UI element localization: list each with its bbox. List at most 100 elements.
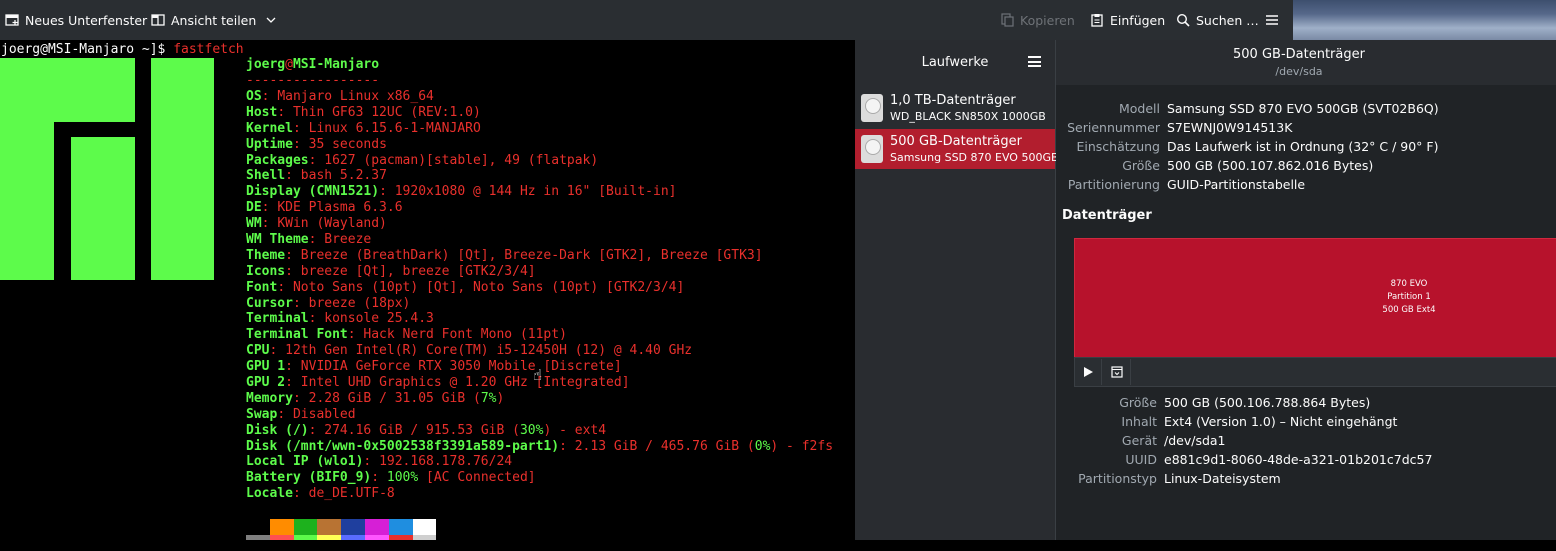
chevron-down-icon bbox=[266, 17, 276, 23]
info-value: Noto Sans (10pt) [Qt], Noto Sans (10pt) … bbox=[292, 279, 685, 295]
drive-name: 500 GB-Datenträger bbox=[890, 134, 1022, 149]
info-line: Shell: bash 5.2.37 bbox=[246, 168, 833, 184]
options-icon bbox=[1111, 366, 1123, 378]
info-value: 7% bbox=[480, 390, 497, 406]
info-line: Packages: 1627 (pacman)[stable], 49 (fla… bbox=[246, 153, 833, 169]
partition-options-button[interactable] bbox=[1104, 359, 1131, 385]
info-line: DE: KDE Plasma 6.3.6 bbox=[246, 200, 833, 216]
info-value: Das Laufwerk ist in Ordnung (32° C / 90°… bbox=[1167, 139, 1439, 154]
info-line: Theme: Breeze (BreathDark) [Qt], Breeze-… bbox=[246, 248, 833, 264]
partition-label-line: 500 GB Ext4 bbox=[1382, 305, 1436, 315]
info-key: DE bbox=[246, 200, 262, 216]
info-value: 192.168.178.76/24 bbox=[379, 454, 513, 470]
paste-label: Einfügen bbox=[1110, 12, 1166, 28]
new-tab-button[interactable]: Neues Unterfenster bbox=[5, 0, 147, 40]
info-key: Font bbox=[246, 279, 278, 295]
info-value: Linux 6.15.6-1-MANJARO bbox=[308, 120, 481, 136]
info-label: Modell bbox=[1118, 101, 1160, 116]
sidebar-menu-icon[interactable] bbox=[1028, 56, 1041, 67]
info-value: KDE Plasma 6.3.6 bbox=[277, 200, 403, 216]
info-value: Thin GF63 12UC (REV:1.0) bbox=[292, 104, 481, 120]
info-line: OS: Manjaro Linux x86_64 bbox=[246, 89, 833, 105]
drive-model: Samsung SSD 870 EVO 500GB bbox=[890, 151, 1059, 164]
info-value: ) - ext4 bbox=[543, 422, 607, 438]
info-key: Memory bbox=[246, 390, 293, 406]
info-value: 1627 (pacman)[stable], 49 (flatpak) bbox=[324, 152, 599, 168]
info-key: WM Theme bbox=[246, 232, 309, 248]
info-label: UUID bbox=[1125, 452, 1157, 467]
info-value: Breeze (BreathDark) [Qt], Breeze-Dark [G… bbox=[300, 247, 763, 263]
info-colon: : bbox=[292, 136, 309, 152]
info-row: Modell Samsung SSD 870 EVO 500GB (SVT02B6… bbox=[1056, 101, 1439, 116]
paste-button[interactable]: Einfügen bbox=[1090, 0, 1165, 40]
hard-drive-icon bbox=[861, 135, 883, 163]
info-value: Disabled bbox=[292, 406, 356, 422]
hard-drive-icon bbox=[861, 94, 883, 122]
logo-bar-top bbox=[71, 58, 135, 122]
disks-window: Laufwerke 1,0 TB-Datenträger WD_BLACK SN… bbox=[855, 40, 1556, 540]
info-colon: : bbox=[292, 120, 309, 136]
palette-swatch bbox=[246, 519, 270, 535]
mount-button[interactable] bbox=[1075, 359, 1102, 385]
info-colon: : bbox=[308, 152, 325, 168]
info-key: Terminal bbox=[246, 311, 309, 327]
palette-swatch bbox=[412, 519, 437, 535]
title-host: MSI-Manjaro bbox=[292, 57, 380, 72]
info-colon: : bbox=[371, 470, 387, 486]
palette-swatch bbox=[269, 519, 294, 535]
info-line: Font: Noto Sans (10pt) [Qt], Noto Sans (… bbox=[246, 280, 833, 296]
info-label: Einschätzung bbox=[1076, 139, 1160, 154]
info-colon: : bbox=[363, 454, 380, 470]
drive-model: WD_BLACK SN850X 1000GB bbox=[890, 110, 1046, 123]
info-row: Seriennummer S7EWNJ0W914513K bbox=[1056, 120, 1292, 135]
info-label: Partitionierung bbox=[1067, 177, 1160, 192]
copy-icon bbox=[1001, 13, 1014, 27]
info-key: CPU bbox=[246, 343, 270, 359]
info-label: Größe bbox=[1119, 395, 1157, 410]
palette-swatch bbox=[364, 519, 389, 535]
search-button[interactable]: Suchen … bbox=[1176, 0, 1259, 40]
prompt-text: joerg@MSI-Manjaro ~]$ bbox=[1, 42, 174, 57]
info-row: Größe 500 GB (500.106.788.864 Bytes) bbox=[1074, 395, 1370, 410]
info-value: breeze [Qt], breeze [GTK2/3/4] bbox=[300, 263, 536, 279]
info-value: 12th Gen Intel(R) Core(TM) i5-12450H (12… bbox=[285, 343, 693, 359]
partition-map-label: 870 EVO Partition 1 500 GB Ext4 bbox=[1074, 278, 1556, 317]
info-row: Partitionierung GUID-Partitionstabelle bbox=[1056, 177, 1305, 192]
color-palette bbox=[246, 519, 437, 551]
info-value: [AC Connected] bbox=[418, 470, 536, 486]
shell-prompt: joerg@MSI-Manjaro ~]$ fastfetch bbox=[1, 42, 244, 57]
prompt-command: fastfetch bbox=[173, 42, 244, 57]
info-value: ) - f2fs bbox=[770, 438, 834, 454]
palette-swatch bbox=[317, 535, 342, 540]
info-key: Uptime bbox=[246, 136, 293, 152]
info-row: Inhalt Ext4 (Version 1.0) – Nicht eingehä… bbox=[1074, 414, 1397, 429]
palette-swatch bbox=[412, 535, 437, 540]
split-view-button[interactable]: Ansicht teilen bbox=[151, 0, 278, 40]
drive-item-1tb[interactable]: 1,0 TB-Datenträger WD_BLACK SN850X 1000G… bbox=[855, 88, 1055, 128]
new-tab-icon bbox=[5, 14, 19, 26]
palette-swatch bbox=[341, 535, 365, 540]
info-colon: : bbox=[292, 486, 309, 502]
info-colon: : bbox=[347, 327, 364, 343]
logo-bar-right bbox=[151, 58, 214, 280]
terminal-view[interactable]: joerg@MSI-Manjaro ~]$ fastfetch joerg@MS… bbox=[0, 40, 855, 540]
logo-bar-top-join bbox=[54, 58, 71, 122]
info-line: WM Theme: Breeze bbox=[246, 232, 833, 248]
search-label: Suchen … bbox=[1196, 12, 1259, 28]
info-key: Disk (/) bbox=[246, 422, 309, 438]
info-key: Battery (BIF0_9) bbox=[246, 470, 372, 486]
info-value: 35 seconds bbox=[308, 136, 387, 152]
info-line: Terminal: konsole 25.4.3 bbox=[246, 311, 833, 327]
drive-name: 1,0 TB-Datenträger bbox=[890, 93, 1016, 108]
info-key: Shell bbox=[246, 168, 286, 184]
drive-item-500gb[interactable]: 500 GB-Datenträger Samsung SSD 870 EVO 5… bbox=[855, 129, 1059, 169]
info-line: CPU: 12th Gen Intel(R) Core(TM) i5-12450… bbox=[246, 343, 833, 359]
info-value: 274.16 GiB / 915.53 GiB ( bbox=[324, 422, 520, 438]
info-colon: : bbox=[261, 200, 278, 216]
play-icon bbox=[1084, 367, 1093, 377]
info-key: WM bbox=[246, 216, 262, 232]
info-value: 1920x1080 @ 144 Hz in 16" [Built-in] bbox=[394, 184, 677, 200]
info-line: Memory: 2.28 GiB / 31.05 GiB (7%) bbox=[246, 391, 833, 407]
hamburger-menu-button[interactable] bbox=[1265, 0, 1279, 40]
copy-button[interactable]: Kopieren bbox=[1000, 0, 1075, 40]
